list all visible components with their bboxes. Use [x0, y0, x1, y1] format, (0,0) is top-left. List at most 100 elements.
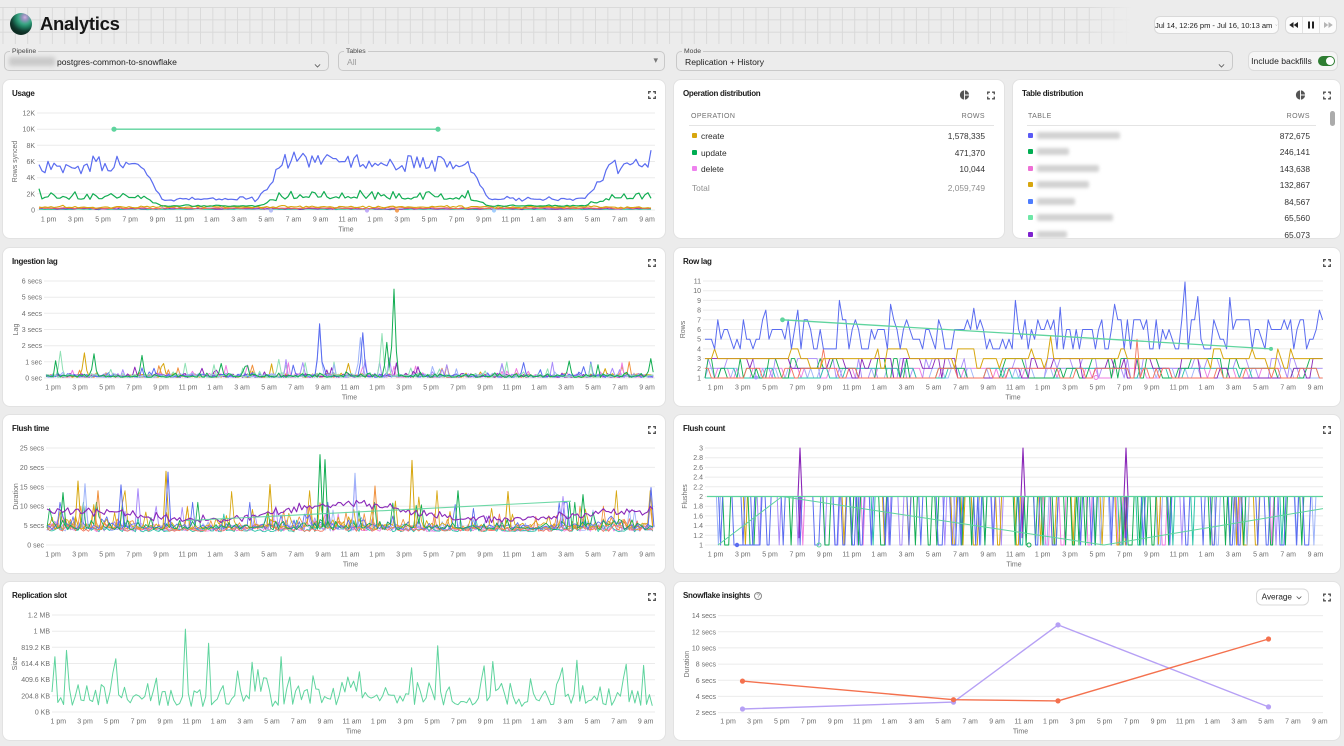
svg-text:5 pm: 5 pm [762, 552, 778, 559]
svg-text:Time: Time [338, 227, 353, 234]
svg-text:7 pm: 7 pm [790, 385, 806, 392]
svg-text:3 am: 3 am [237, 719, 253, 726]
svg-text:3 am: 3 am [909, 719, 925, 726]
svg-text:7 am: 7 am [953, 385, 969, 392]
svg-text:5 am: 5 am [585, 719, 601, 726]
svg-text:5 pm: 5 pm [423, 385, 439, 392]
svg-text:Time: Time [342, 395, 357, 402]
svg-text:9: 9 [697, 298, 701, 305]
svg-text:8K: 8K [26, 143, 35, 150]
svg-text:11 pm: 11 pm [175, 217, 194, 224]
svg-text:1 sec: 1 sec [25, 359, 42, 366]
svg-text:3 pm: 3 pm [68, 217, 84, 224]
svg-text:11 am: 11 am [1014, 719, 1033, 726]
svg-text:11 pm: 11 pm [1170, 552, 1189, 559]
svg-text:5 am: 5 am [926, 552, 942, 559]
svg-text:3 pm: 3 pm [1070, 719, 1086, 726]
svg-text:3 am: 3 am [558, 385, 574, 392]
svg-text:9 am: 9 am [989, 719, 1005, 726]
svg-text:5 pm: 5 pm [99, 385, 115, 392]
svg-text:7 pm: 7 pm [801, 719, 817, 726]
svg-text:3 pm: 3 pm [1062, 552, 1078, 559]
svg-text:7 am: 7 am [288, 385, 304, 392]
svg-text:1 pm: 1 pm [41, 217, 57, 224]
svg-text:11 pm: 11 pm [842, 385, 861, 392]
svg-text:5 pm: 5 pm [423, 552, 439, 559]
svg-text:7: 7 [697, 317, 701, 324]
svg-text:1 am: 1 am [1199, 552, 1215, 559]
svg-text:3 secs: 3 secs [22, 327, 43, 334]
svg-text:3 am: 3 am [558, 217, 574, 224]
svg-text:8: 8 [697, 308, 701, 315]
svg-text:3 pm: 3 pm [396, 552, 412, 559]
svg-text:7 am: 7 am [291, 719, 307, 726]
svg-text:Rows synced: Rows synced [12, 141, 19, 183]
svg-text:6K: 6K [26, 159, 35, 166]
svg-text:Time: Time [1005, 395, 1020, 402]
svg-text:9 am: 9 am [639, 552, 655, 559]
svg-text:5 pm: 5 pm [1090, 385, 1106, 392]
svg-text:1 pm: 1 pm [367, 217, 383, 224]
svg-text:1 am: 1 am [211, 719, 227, 726]
svg-text:Duration: Duration [684, 651, 691, 678]
svg-text:5 am: 5 am [258, 217, 274, 224]
svg-text:2.2: 2.2 [693, 484, 703, 491]
svg-text:9 pm: 9 pm [1144, 385, 1160, 392]
svg-text:3 am: 3 am [899, 385, 915, 392]
svg-text:9 pm: 9 pm [477, 385, 493, 392]
svg-text:11 am: 11 am [338, 217, 357, 224]
svg-text:1.8: 1.8 [693, 504, 703, 511]
svg-text:9 am: 9 am [1308, 552, 1324, 559]
svg-text:7 pm: 7 pm [126, 552, 142, 559]
svg-text:5 am: 5 am [585, 217, 601, 224]
svg-text:11 am: 11 am [341, 385, 360, 392]
svg-text:0 KB: 0 KB [35, 710, 51, 717]
svg-text:9 am: 9 am [639, 385, 655, 392]
svg-text:3 pm: 3 pm [72, 385, 88, 392]
svg-text:614.4 KB: 614.4 KB [21, 661, 50, 668]
svg-text:5 am: 5 am [261, 552, 277, 559]
svg-text:11 pm: 11 pm [503, 719, 522, 726]
svg-text:9 pm: 9 pm [817, 552, 833, 559]
svg-text:3 pm: 3 pm [396, 385, 412, 392]
svg-text:5 am: 5 am [261, 385, 277, 392]
svg-text:1 pm: 1 pm [371, 719, 387, 726]
svg-text:11: 11 [694, 279, 701, 286]
svg-text:9 pm: 9 pm [828, 719, 844, 726]
svg-text:3 am: 3 am [234, 385, 250, 392]
svg-text:15 secs: 15 secs [20, 484, 45, 491]
svg-text:5 am: 5 am [935, 719, 951, 726]
svg-text:11 am: 11 am [1006, 552, 1025, 559]
svg-text:9 am: 9 am [315, 552, 331, 559]
svg-text:5 am: 5 am [926, 385, 942, 392]
svg-text:0 sec: 0 sec [25, 376, 42, 383]
svg-text:3 pm: 3 pm [77, 719, 93, 726]
svg-text:Duration: Duration [13, 483, 20, 510]
svg-text:5 am: 5 am [585, 385, 601, 392]
svg-text:4: 4 [697, 346, 701, 353]
svg-text:7 am: 7 am [611, 719, 627, 726]
svg-text:5 am: 5 am [1258, 719, 1274, 726]
svg-text:5 pm: 5 pm [95, 217, 111, 224]
svg-text:10K: 10K [23, 127, 36, 134]
svg-text:1 am: 1 am [871, 385, 887, 392]
svg-text:10 secs: 10 secs [692, 645, 717, 652]
svg-text:1: 1 [697, 376, 701, 383]
svg-text:7 pm: 7 pm [451, 719, 467, 726]
svg-text:1 am: 1 am [531, 552, 547, 559]
svg-text:11 pm: 11 pm [182, 719, 201, 726]
svg-text:5 am: 5 am [1253, 552, 1269, 559]
svg-text:9 am: 9 am [318, 719, 334, 726]
svg-text:1 am: 1 am [207, 552, 223, 559]
svg-text:7 am: 7 am [612, 385, 628, 392]
svg-text:1.2 MB: 1.2 MB [28, 613, 51, 620]
svg-text:7 am: 7 am [612, 552, 628, 559]
svg-text:1 am: 1 am [871, 552, 887, 559]
svg-text:3 am: 3 am [558, 719, 574, 726]
svg-text:0: 0 [31, 208, 35, 215]
svg-text:1 am: 1 am [204, 217, 220, 224]
svg-text:7 pm: 7 pm [131, 719, 147, 726]
svg-text:409.6 KB: 409.6 KB [21, 677, 50, 684]
svg-text:Time: Time [346, 729, 361, 736]
svg-text:6 secs: 6 secs [696, 678, 717, 685]
